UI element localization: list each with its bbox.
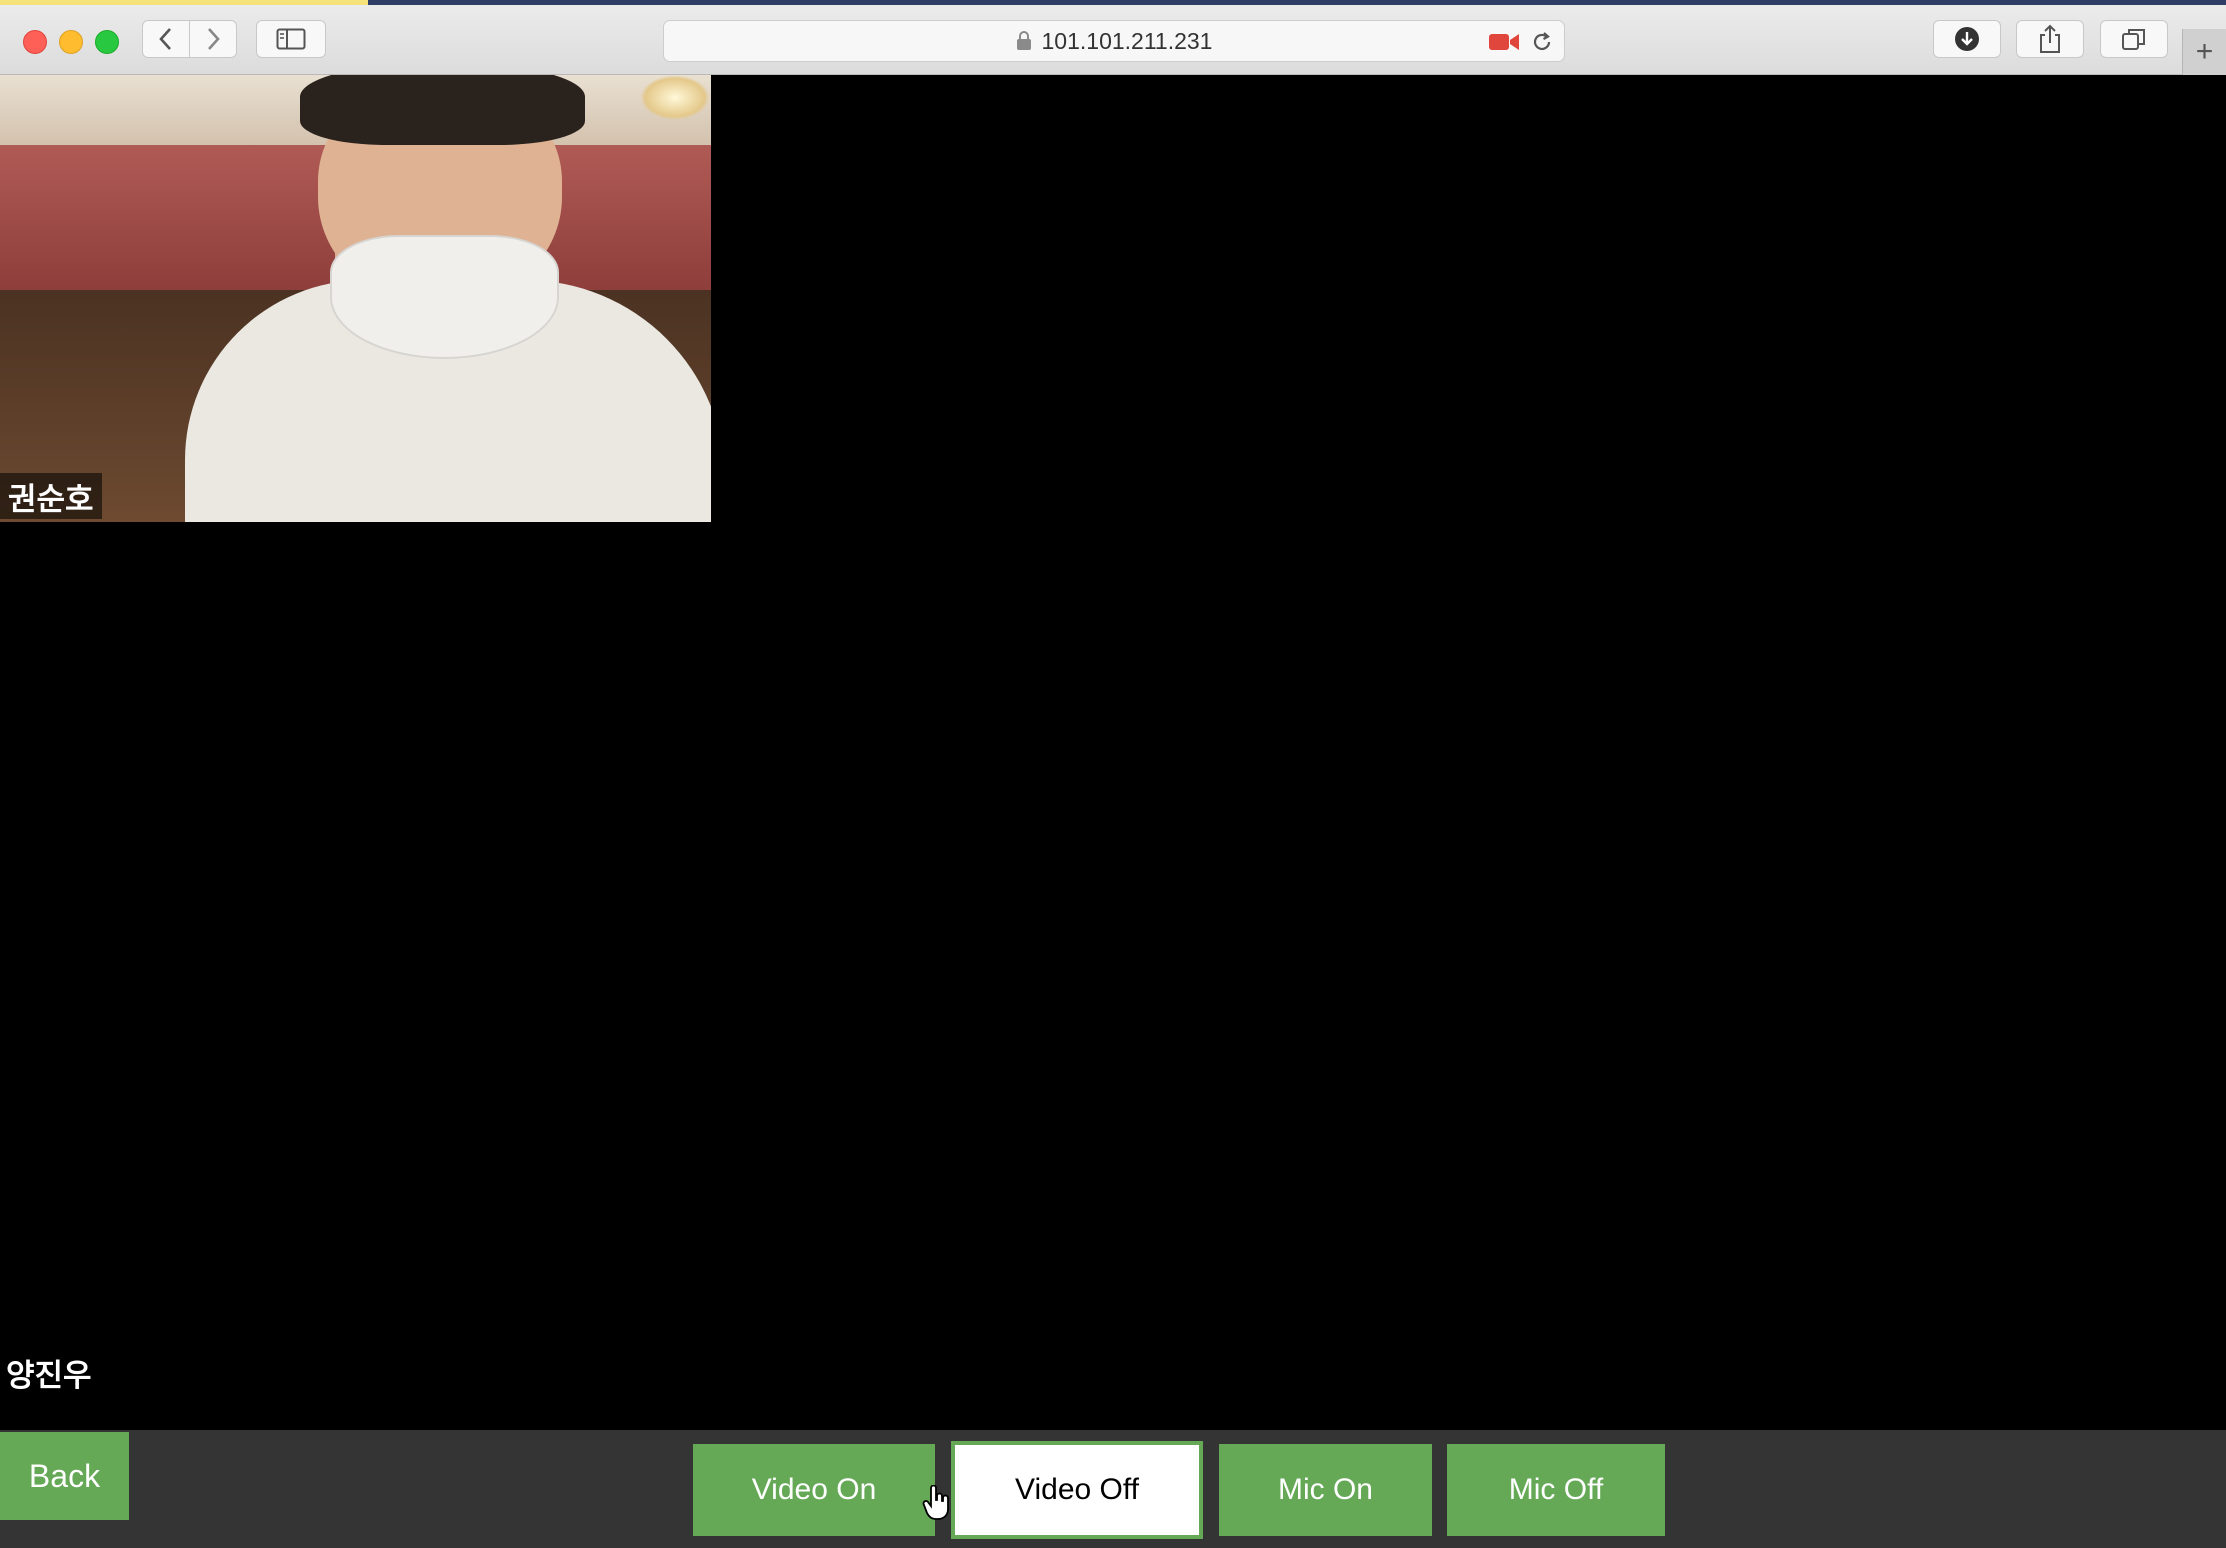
- hand-pointer-icon: [922, 1485, 949, 1520]
- person-hair: [300, 75, 585, 145]
- tabs-icon: [2122, 29, 2145, 50]
- video-on-button[interactable]: Video On: [693, 1444, 935, 1536]
- share-button[interactable]: [2016, 20, 2084, 58]
- back-button[interactable]: Back: [0, 1432, 129, 1520]
- sidebar-icon: [276, 28, 306, 50]
- toolbar-top-strip: [368, 0, 2226, 5]
- video-lamp: [640, 75, 710, 120]
- address-bar[interactable]: 101.101.211.231: [663, 20, 1565, 62]
- mic-off-button[interactable]: Mic Off: [1447, 1444, 1665, 1536]
- person-face-mask: [330, 235, 559, 359]
- browser-back-button[interactable]: [142, 20, 190, 58]
- camera-in-use-icon[interactable]: [1488, 31, 1520, 53]
- share-icon: [2040, 24, 2060, 53]
- window-zoom-button[interactable]: [95, 30, 119, 54]
- url-text: 101.101.211.231: [1041, 27, 1213, 54]
- new-tab-button[interactable]: +: [2182, 29, 2226, 75]
- download-icon: [1955, 27, 1979, 51]
- browser-forward-button[interactable]: [189, 20, 237, 58]
- page-load-indicator: [0, 0, 368, 5]
- remote-video-tile: 권순호: [0, 75, 711, 522]
- video-call-area: 권순호 양진우: [0, 75, 2226, 1430]
- chevron-right-icon: [208, 28, 220, 50]
- window-close-button[interactable]: [23, 30, 47, 54]
- sidebar-toggle-button[interactable]: [256, 20, 326, 58]
- lock-icon: [1016, 31, 1031, 50]
- chevron-left-icon: [159, 28, 171, 50]
- remote-participant-name: 권순호: [0, 473, 102, 519]
- reload-icon[interactable]: [1530, 30, 1554, 54]
- mic-on-button[interactable]: Mic On: [1219, 1444, 1432, 1536]
- downloads-button[interactable]: [1933, 20, 2001, 58]
- tab-overview-button[interactable]: [2100, 20, 2168, 58]
- browser-toolbar: 101.101.211.231 +: [0, 0, 2226, 75]
- video-off-button[interactable]: Video Off: [951, 1441, 1203, 1539]
- call-controls-bar: Back Video On Video Off Mic On Mic Off: [0, 1430, 2226, 1548]
- window-minimize-button[interactable]: [59, 30, 83, 54]
- local-participant-name: 양진우: [6, 1358, 92, 1393]
